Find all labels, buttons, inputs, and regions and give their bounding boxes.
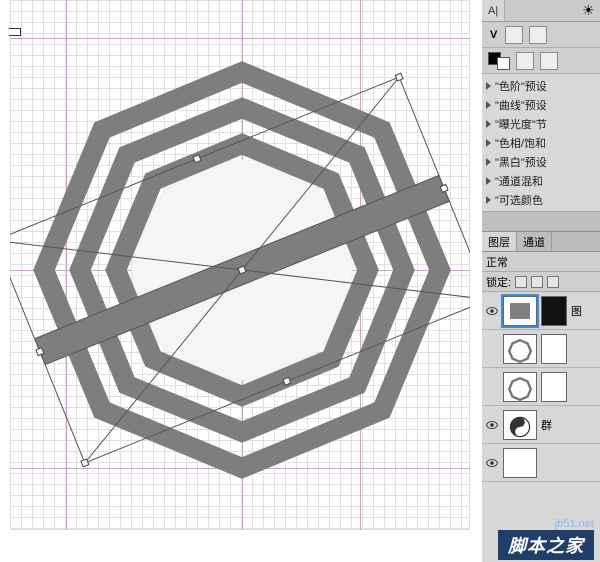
- layer-mask-thumbnail[interactable]: [541, 372, 567, 402]
- curves-icon[interactable]: [505, 26, 523, 44]
- lock-label: 锁定:: [486, 274, 511, 290]
- chevron-right-icon: [486, 101, 491, 109]
- layer-row[interactable]: [482, 330, 600, 368]
- tab-channels[interactable]: 通道: [517, 232, 552, 251]
- preset-label: "色阶"预设: [495, 78, 547, 94]
- blend-mode-select[interactable]: 正常: [482, 252, 600, 272]
- adjust-panel-footer: [482, 212, 600, 232]
- layer-row[interactable]: 群: [482, 406, 600, 444]
- tab-layers[interactable]: 图层: [482, 232, 517, 251]
- visibility-eye-icon[interactable]: [485, 342, 499, 356]
- layer-name[interactable]: 图: [571, 303, 582, 319]
- layer-thumbnail[interactable]: [503, 410, 537, 440]
- layer-thumbnail[interactable]: [503, 334, 537, 364]
- visibility-eye-icon[interactable]: [485, 456, 499, 470]
- chevron-right-icon: [486, 196, 491, 204]
- adjust-icon-row-1: V: [482, 22, 600, 48]
- preset-item[interactable]: "黑白"预设: [482, 152, 600, 171]
- layers-tabs: 图层 通道: [482, 232, 600, 252]
- layer-row[interactable]: [482, 444, 600, 482]
- layer-name[interactable]: 群: [541, 417, 552, 433]
- chevron-right-icon: [486, 120, 491, 128]
- layer-thumbnail[interactable]: [503, 372, 537, 402]
- visibility-eye-icon[interactable]: [485, 304, 499, 318]
- preset-item[interactable]: "通道混和: [482, 171, 600, 190]
- canvas-area[interactable]: [0, 0, 482, 562]
- adjust-icon-row-2: [482, 48, 600, 74]
- brightness-icon[interactable]: ☀: [582, 2, 600, 20]
- document[interactable]: [10, 0, 470, 530]
- blend-mode-label: 正常: [486, 254, 508, 270]
- preset-label: "曲线"预设: [495, 97, 547, 113]
- lock-row: 锁定:: [482, 272, 600, 292]
- type-panel-tab[interactable]: A| ☀: [482, 0, 600, 22]
- layer-row[interactable]: 图: [482, 292, 600, 330]
- preset-item[interactable]: "色相/饱和: [482, 133, 600, 152]
- layer-list: 图 群: [482, 292, 600, 562]
- artwork-svg: [10, 0, 470, 530]
- layer-row[interactable]: [482, 368, 600, 406]
- hue-icon[interactable]: [516, 52, 534, 70]
- chevron-right-icon: [486, 82, 491, 90]
- fg-bg-swatch[interactable]: [488, 52, 510, 70]
- layer-mask-thumbnail[interactable]: [541, 334, 567, 364]
- lock-pixels-icon[interactable]: [531, 276, 543, 288]
- preset-label: "通道混和: [495, 173, 543, 189]
- preset-item[interactable]: "曝光度"节: [482, 114, 600, 133]
- preset-item[interactable]: "色阶"预设: [482, 76, 600, 95]
- preset-label: "黑白"预设: [495, 154, 547, 170]
- character-tab[interactable]: A|: [482, 0, 505, 21]
- right-panel-dock: A| ☀ V "色阶"预设 "曲线"预设 "曝光度"节 "色相/饱和 "黑白"预…: [482, 0, 600, 562]
- ruler-marker[interactable]: [9, 28, 21, 36]
- chevron-right-icon: [486, 139, 491, 147]
- layer-thumbnail[interactable]: [503, 448, 537, 478]
- levels-icon[interactable]: [529, 26, 547, 44]
- layer-mask-thumbnail[interactable]: [541, 296, 567, 326]
- visibility-eye-icon[interactable]: [485, 418, 499, 432]
- layers-panel: 图层 通道 正常 锁定: 图: [482, 232, 600, 562]
- preset-item[interactable]: "曲线"预设: [482, 95, 600, 114]
- visibility-eye-icon[interactable]: [485, 380, 499, 394]
- lock-transparent-icon[interactable]: [515, 276, 527, 288]
- lock-position-icon[interactable]: [547, 276, 559, 288]
- preset-label: "曝光度"节: [495, 116, 547, 132]
- preset-item[interactable]: "可选颜色: [482, 190, 600, 209]
- v-swatch[interactable]: V: [488, 29, 499, 41]
- adjustment-presets-list: "色阶"预设 "曲线"预设 "曝光度"节 "色相/饱和 "黑白"预设 "通道混和…: [482, 74, 600, 212]
- chevron-right-icon: [486, 158, 491, 166]
- layer-thumbnail[interactable]: [503, 296, 537, 326]
- chevron-right-icon: [486, 177, 491, 185]
- misc-adjust-icon[interactable]: [540, 52, 558, 70]
- preset-label: "可选颜色: [495, 192, 543, 208]
- preset-label: "色相/饱和: [495, 135, 546, 151]
